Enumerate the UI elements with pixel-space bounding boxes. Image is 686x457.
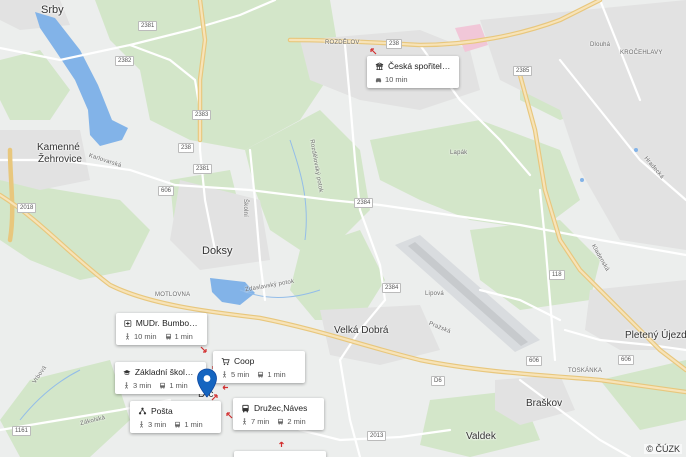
road-shield: 118 bbox=[549, 270, 565, 280]
street-label: Školní bbox=[241, 199, 248, 217]
road-shield: 606 bbox=[618, 355, 635, 365]
road-shield: 2385 bbox=[513, 66, 533, 76]
bank-icon bbox=[375, 61, 384, 70]
place-label-velka-dobra: Velká Dobrá bbox=[334, 325, 389, 336]
pointer-arrow-icon bbox=[200, 346, 207, 353]
road-shield: 2382 bbox=[115, 56, 135, 66]
medical-icon bbox=[124, 319, 132, 327]
district-label: TOSKÁNKA bbox=[568, 368, 603, 374]
road-shield: 238 bbox=[386, 39, 403, 49]
poi-bus-time: 1 min bbox=[174, 332, 193, 341]
pointer-arrow-icon bbox=[370, 48, 377, 55]
poi-name: Základní škola Dr... bbox=[134, 367, 198, 377]
road-shield: 238 bbox=[178, 143, 195, 153]
location-pin-icon[interactable] bbox=[196, 368, 218, 398]
poi-card-mudr[interactable]: MUDr. Bumbová I... 10 min 1 min bbox=[116, 313, 207, 345]
road-shield: 2384 bbox=[382, 283, 402, 293]
road-shield: 2384 bbox=[354, 198, 374, 208]
road-shield: D6 bbox=[431, 376, 445, 386]
place-label-valdek: Valdek bbox=[466, 431, 496, 442]
car-icon bbox=[375, 78, 382, 83]
poi-card-druzec[interactable]: Družec,Náves 7 min 2 min bbox=[233, 398, 324, 430]
district-label: MOTLOVNA bbox=[155, 292, 191, 298]
road-shield: 2381 bbox=[138, 21, 158, 31]
poi-card-coop[interactable]: Coop 5 min 1 min bbox=[213, 351, 305, 383]
poi-card-partial[interactable] bbox=[234, 451, 326, 457]
place-label-srby: Srby bbox=[41, 4, 64, 16]
poi-walk-time: 10 min bbox=[134, 332, 157, 341]
poi-name: Coop bbox=[234, 356, 255, 366]
poi-card-sporitelna[interactable]: Česká spořitelna 10 min bbox=[367, 56, 459, 88]
road-shield: 1161 bbox=[12, 426, 31, 436]
bus-icon bbox=[160, 382, 166, 389]
bus-icon bbox=[165, 333, 171, 340]
street-label: Lipová bbox=[425, 291, 444, 297]
bus-icon bbox=[175, 421, 181, 428]
poi-card-posta[interactable]: Pošta 3 min 1 min bbox=[130, 401, 221, 433]
poi-car-time: 10 min bbox=[385, 75, 408, 84]
walk-icon bbox=[222, 371, 227, 378]
map-base-layer bbox=[0, 0, 686, 457]
poi-name: Česká spořitelna bbox=[387, 61, 451, 71]
street-label: Lapák bbox=[450, 150, 468, 156]
walk-icon bbox=[125, 333, 130, 340]
poi-name: MUDr. Bumbová I... bbox=[135, 318, 199, 328]
district-label: KROČEHLAVY bbox=[620, 50, 663, 56]
road-shield: 606 bbox=[158, 186, 175, 196]
poi-name: Pošta bbox=[151, 406, 173, 416]
poi-bus-time: 1 min bbox=[184, 420, 203, 429]
map-canvas[interactable]: 2381 2382 238 2383 238 2381 606 2018 238… bbox=[0, 0, 686, 457]
poi-name: Družec,Náves bbox=[254, 403, 308, 413]
cart-icon bbox=[221, 357, 230, 365]
pointer-arrow-icon bbox=[226, 412, 233, 419]
poi-card-skola[interactable]: Základní škola Dr... 3 min 1 min bbox=[115, 362, 206, 394]
poi-walk-time: 3 min bbox=[133, 381, 152, 390]
road-shield: 2381 bbox=[193, 164, 213, 174]
walk-icon bbox=[139, 421, 144, 428]
place-label-braskov: Braškov bbox=[526, 398, 563, 409]
poi-bus-time: 2 min bbox=[287, 417, 306, 426]
post-icon bbox=[138, 407, 147, 414]
pointer-arrow-icon bbox=[279, 441, 284, 447]
poi-walk-time: 7 min bbox=[251, 417, 270, 426]
walk-icon bbox=[124, 382, 129, 389]
poi-bus-time: 1 min bbox=[267, 370, 286, 379]
place-label-zehrovice: Žehrovice bbox=[38, 154, 82, 165]
bus-icon bbox=[278, 418, 284, 425]
pointer-arrow-icon bbox=[222, 385, 228, 390]
road-shield: 606 bbox=[526, 356, 543, 366]
poi-walk-time: 3 min bbox=[148, 420, 167, 429]
road-shield: 2383 bbox=[192, 110, 212, 120]
poi-bus-time: 1 min bbox=[169, 381, 188, 390]
poi-walk-time: 5 min bbox=[231, 370, 250, 379]
street-label: Dlouhá bbox=[590, 42, 611, 48]
school-icon bbox=[123, 369, 131, 375]
bus-icon bbox=[242, 404, 249, 412]
walk-icon bbox=[242, 418, 247, 425]
place-label-doksy: Doksy bbox=[202, 245, 233, 257]
place-label-kamenne: Kamenné bbox=[37, 142, 80, 153]
road-shield: 2018 bbox=[17, 203, 37, 213]
bus-icon bbox=[258, 371, 264, 378]
district-label: ROZDĚLOV bbox=[325, 40, 360, 46]
road-shield: 2013 bbox=[367, 431, 387, 441]
place-label-pleteny-ujezd: Pletený Újezd bbox=[625, 330, 686, 341]
copyright-notice: © ČÚZK bbox=[644, 444, 682, 454]
